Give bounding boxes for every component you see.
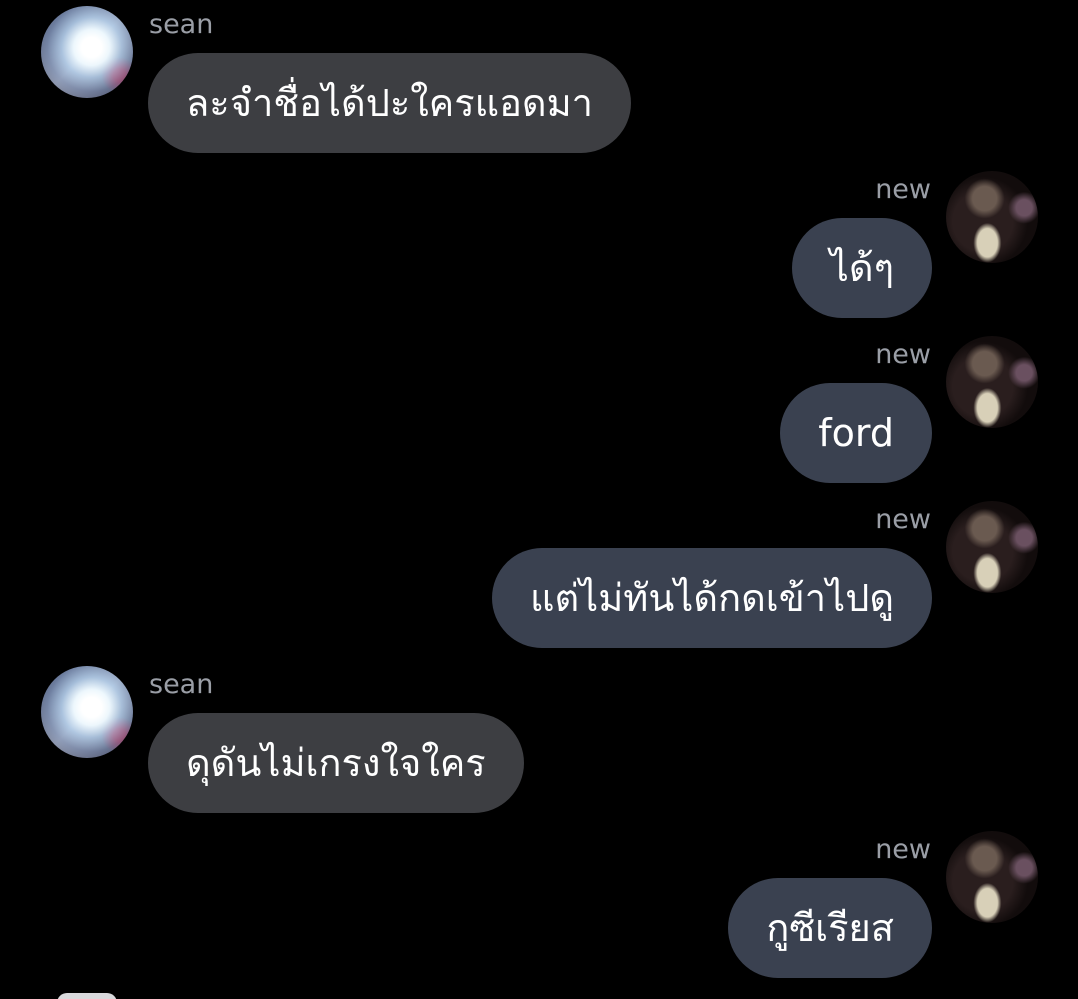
new-avatar[interactable] xyxy=(946,501,1038,593)
sean-avatar[interactable] xyxy=(41,666,133,758)
new-avatar[interactable] xyxy=(946,336,1038,428)
sender-name: sean xyxy=(149,9,214,40)
sean-avatar[interactable] xyxy=(41,6,133,98)
message-bubble[interactable]: แต่ไม่ทันได้กดเข้าไปดู xyxy=(491,548,932,648)
message-bubble[interactable]: ละจำชื่อได้ปะใครแอดมา xyxy=(148,53,631,153)
message-bubble[interactable]: กูซีเรียส xyxy=(728,878,932,978)
chat-thread: sean ละจำชื่อได้ปะใครแอดมา new ได้ๆ new … xyxy=(0,0,1078,999)
sender-name: new xyxy=(875,504,931,535)
sender-name: new xyxy=(875,339,931,370)
new-avatar[interactable] xyxy=(946,171,1038,263)
message-bubble[interactable]: ได้ๆ xyxy=(791,218,932,318)
sender-name: new xyxy=(875,834,931,865)
sender-name: sean xyxy=(149,669,214,700)
message-bubble[interactable]: ford xyxy=(780,383,932,483)
avatar[interactable] xyxy=(57,993,117,999)
message-bubble[interactable]: ดุดันไม่เกรงใจใคร xyxy=(148,713,524,813)
new-avatar[interactable] xyxy=(946,831,1038,923)
sender-name: new xyxy=(875,174,931,205)
